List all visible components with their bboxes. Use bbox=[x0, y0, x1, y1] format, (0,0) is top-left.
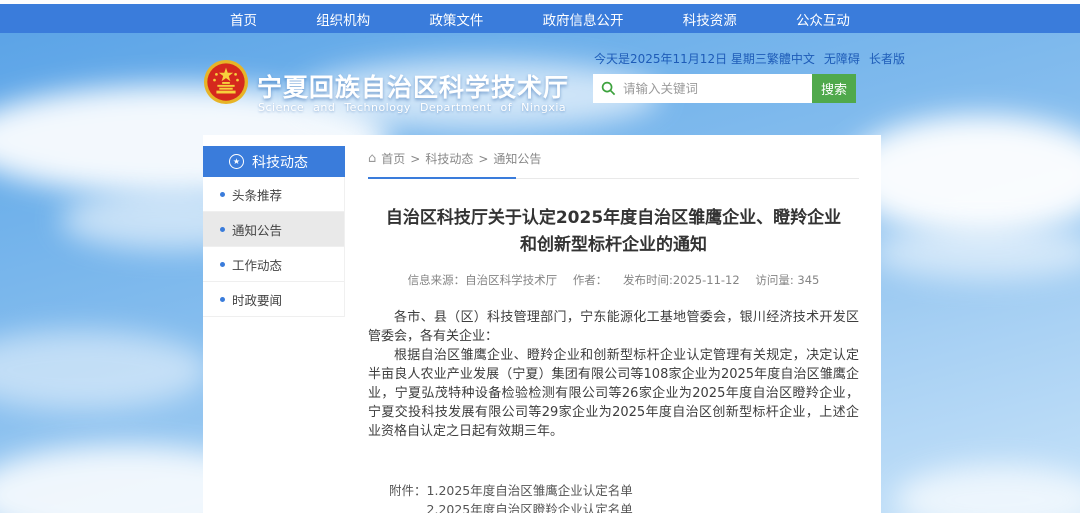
sidebar-item-label: 通知公告 bbox=[232, 220, 282, 239]
attachments-block: 附件： 1.2025年度自治区雏鹰企业认定名单 2.2025年度自治区瞪羚企业认… bbox=[389, 481, 859, 513]
sidebar-item-work-news[interactable]: 工作动态 bbox=[203, 247, 344, 282]
article-title-line1: 自治区科技厅关于认定2025年度自治区雏鹰企业、瞪羚企业 bbox=[368, 205, 859, 232]
article-title: 自治区科技厅关于认定2025年度自治区雏鹰企业、瞪羚企业 和创新型标杆企业的通知 bbox=[368, 205, 859, 259]
cloud-decoration bbox=[895, 465, 1080, 513]
attachment-link-2[interactable]: 2.2025年度自治区瞪羚企业认定名单 bbox=[427, 500, 671, 513]
search-button[interactable]: 搜索 bbox=[812, 74, 856, 103]
search-icon bbox=[601, 81, 616, 96]
national-emblem-logo bbox=[203, 59, 249, 105]
sidebar-item-headlines[interactable]: 头条推荐 bbox=[203, 177, 344, 212]
bullet-dot-icon bbox=[220, 227, 225, 232]
breadcrumb-separator: > bbox=[478, 152, 488, 166]
breadcrumb-tech-news[interactable]: 科技动态 bbox=[425, 150, 473, 167]
link-accessibility[interactable]: 无障碍 bbox=[824, 50, 860, 67]
cloud-decoration bbox=[0, 330, 210, 410]
meta-author: 作者： bbox=[573, 273, 608, 287]
nav-item-resources[interactable]: 科技资源 bbox=[683, 9, 737, 29]
article-column: ⌂ 首页 > 科技动态 > 通知公告 自治区科技厅关于认定2025年度自治区雏鹰… bbox=[345, 135, 881, 513]
top-nav-bar: 首页 组织机构 政策文件 政府信息公开 科技资源 公众互动 bbox=[0, 4, 1080, 33]
article-paragraph: 根据自治区雏鹰企业、瞪羚企业和创新型标杆企业认定管理有关规定，决定认定半亩良人农… bbox=[368, 346, 859, 441]
site-subtitle-english: Science and Technology Department of Nin… bbox=[258, 101, 566, 114]
search-input[interactable] bbox=[593, 74, 812, 103]
article-title-line2: 和创新型标杆企业的通知 bbox=[368, 232, 859, 259]
breadcrumb-notices[interactable]: 通知公告 bbox=[493, 150, 541, 167]
bullet-dot-icon bbox=[220, 192, 225, 197]
sidebar: ★ 科技动态 头条推荐 通知公告 工作动态 时政要闻 bbox=[203, 146, 345, 317]
bullet-dot-icon bbox=[220, 297, 225, 302]
meta-source: 信息来源：自治区科学技术厅 bbox=[408, 273, 558, 287]
attachment-link-1[interactable]: 1.2025年度自治区雏鹰企业认定名单 bbox=[427, 481, 671, 500]
site-title: 宁夏回族自治区科学技术厅 bbox=[257, 68, 569, 104]
nav-item-gov-info[interactable]: 政府信息公开 bbox=[543, 9, 624, 29]
breadcrumb: ⌂ 首页 > 科技动态 > 通知公告 bbox=[368, 150, 859, 179]
sidebar-item-politics-news[interactable]: 时政要闻 bbox=[203, 282, 344, 317]
top-nav-items: 首页 组织机构 政策文件 政府信息公开 科技资源 公众互动 bbox=[195, 4, 885, 33]
nav-item-home[interactable]: 首页 bbox=[230, 9, 257, 29]
cloud-decoration bbox=[870, 225, 1080, 280]
sidebar-title: 科技动态 bbox=[252, 152, 308, 172]
nav-item-policy[interactable]: 政策文件 bbox=[429, 9, 483, 29]
header-utility-row: 今天是2025年11月12日 星期三 繁體中文 无障碍 长者版 bbox=[594, 50, 872, 67]
nav-item-organization[interactable]: 组织机构 bbox=[316, 9, 370, 29]
main-content-panel: ★ 科技动态 头条推荐 通知公告 工作动态 时政要闻 ⌂ bbox=[203, 135, 881, 513]
article-paragraph: 各市、县（区）科技管理部门，宁东能源化工基地管委会，银川经济技术开发区管委会，各… bbox=[368, 308, 859, 346]
sidebar-item-label: 时政要闻 bbox=[232, 290, 282, 309]
sidebar-header: ★ 科技动态 bbox=[203, 146, 345, 177]
breadcrumb-active-underline bbox=[368, 177, 516, 179]
sidebar-item-label: 工作动态 bbox=[232, 255, 282, 274]
breadcrumb-home[interactable]: 首页 bbox=[381, 150, 405, 167]
meta-publish-time: 发布时间:2025-11-12 bbox=[623, 273, 740, 287]
meta-view-count: 访问量: 345 bbox=[755, 273, 819, 287]
article-meta: 信息来源：自治区科学技术厅 作者： 发布时间:2025-11-12 访问量: 3… bbox=[368, 272, 859, 288]
current-date-text: 今天是2025年11月12日 星期三 bbox=[594, 50, 767, 67]
breadcrumb-separator: > bbox=[410, 152, 420, 166]
article-body: 各市、县（区）科技管理部门，宁东能源化工基地管委会，银川经济技术开发区管委会，各… bbox=[368, 308, 859, 441]
sidebar-item-notices[interactable]: 通知公告 bbox=[203, 212, 344, 247]
search-bar: 搜索 bbox=[593, 74, 856, 103]
home-icon: ⌂ bbox=[368, 151, 376, 166]
sidebar-item-label: 头条推荐 bbox=[232, 185, 282, 204]
bullet-dot-icon bbox=[220, 262, 225, 267]
link-elder-version[interactable]: 长者版 bbox=[869, 50, 905, 67]
star-circle-icon: ★ bbox=[229, 154, 244, 169]
nav-item-interaction[interactable]: 公众互动 bbox=[796, 9, 850, 29]
attachments-label: 附件： bbox=[389, 481, 427, 513]
link-traditional-chinese[interactable]: 繁體中文 bbox=[767, 50, 815, 67]
